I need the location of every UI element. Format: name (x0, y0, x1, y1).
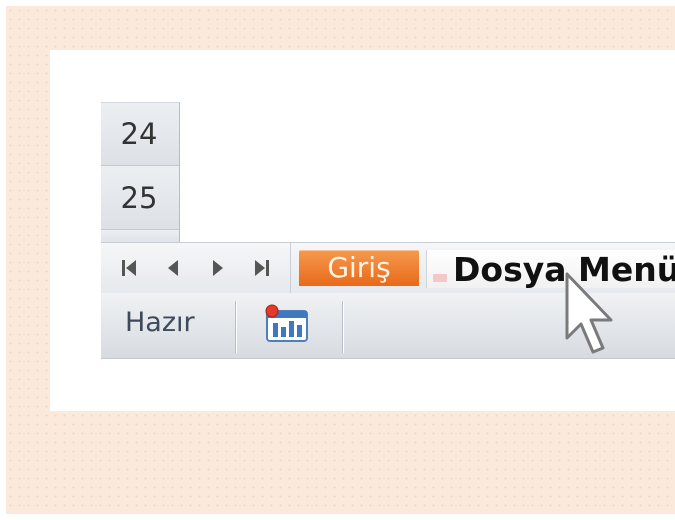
next-sheet-icon[interactable] (203, 252, 233, 284)
previous-sheet-icon[interactable] (158, 252, 188, 284)
status-ready-text: Hazır (125, 307, 195, 338)
last-sheet-icon[interactable] (247, 252, 277, 284)
first-sheet-icon[interactable] (114, 252, 144, 284)
status-separator (342, 301, 343, 353)
sheet-tab-giris[interactable]: Giriş (299, 250, 419, 286)
tab-marker (433, 274, 447, 282)
row-header-24[interactable]: 24 (101, 102, 180, 166)
row-header-25[interactable]: 25 (101, 166, 180, 230)
status-separator (235, 301, 236, 353)
tab-label: Giriş (327, 251, 391, 284)
tab-label: Dosya Menü (453, 250, 675, 288)
row-number: 25 (120, 180, 158, 215)
status-bar: Hazır (101, 293, 675, 359)
row-number: 24 (120, 117, 158, 151)
sheet-tab-dosya-menu[interactable]: Dosya Menü (426, 250, 675, 288)
record-macro-icon[interactable] (261, 303, 313, 347)
sheet-navigation (101, 243, 291, 293)
